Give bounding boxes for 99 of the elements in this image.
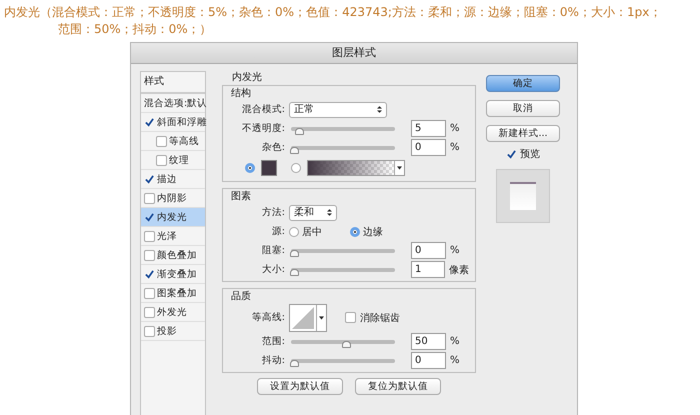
contour-picker[interactable] xyxy=(289,304,327,332)
checkbox[interactable] xyxy=(144,288,155,298)
checkbox[interactable] xyxy=(144,116,155,128)
field-label: 大小: xyxy=(260,263,285,276)
style-item[interactable]: 颜色叠加 xyxy=(141,246,205,265)
blend-options-item[interactable]: 混合选项:默认 xyxy=(141,94,205,113)
checkbox[interactable] xyxy=(144,306,155,318)
slider-thumb[interactable] xyxy=(342,340,351,348)
blend-mode-dropdown[interactable]: 正常 xyxy=(289,102,387,118)
default-button[interactable]: 设置为默认值 xyxy=(257,378,343,395)
value-field[interactable]: 5 xyxy=(411,120,446,137)
radio-option[interactable]: 边缘 xyxy=(350,224,383,238)
radio-button[interactable] xyxy=(245,163,255,173)
style-label: 光泽 xyxy=(157,230,177,242)
value-field[interactable]: 0 xyxy=(411,139,446,156)
field-label: 源: xyxy=(270,225,285,238)
style-item[interactable]: 纹理 xyxy=(141,151,205,170)
field-label: 范围: xyxy=(260,335,285,348)
checkbox[interactable] xyxy=(345,312,356,323)
style-item[interactable]: 光泽 xyxy=(141,227,205,246)
color-swatch[interactable] xyxy=(261,160,277,176)
preview-thumbnail xyxy=(496,169,550,223)
field-label: 阻塞: xyxy=(260,244,285,257)
radio-button[interactable] xyxy=(291,163,301,173)
value-field[interactable]: 50 xyxy=(411,333,446,350)
checkbox[interactable] xyxy=(156,136,167,146)
value-field[interactable]: 1 xyxy=(411,261,445,278)
group-title: 品质 xyxy=(231,290,252,303)
slider-thumb[interactable] xyxy=(290,146,299,154)
field-label: 杂色: xyxy=(260,141,285,154)
checkbox[interactable] xyxy=(144,268,155,280)
radio-option[interactable]: 居中 xyxy=(289,224,322,238)
styles-header: 样式 xyxy=(141,72,205,94)
group-title: 图素 xyxy=(231,190,252,203)
checkbox-label: 预览 xyxy=(520,148,540,161)
technique-dropdown[interactable]: 柔和 xyxy=(289,204,337,220)
style-item[interactable]: 内发光 xyxy=(141,208,205,227)
style-item[interactable]: 描边 xyxy=(141,170,205,189)
section-title: 内发光 xyxy=(231,71,263,84)
option-label: 边缘 xyxy=(363,226,383,238)
field-label: 混合模式: xyxy=(240,103,285,116)
unit-label: 像素 xyxy=(449,264,469,276)
caption-text: 范围：50%；抖动：0%；） xyxy=(57,21,213,38)
style-item[interactable]: 图案叠加 xyxy=(141,284,205,303)
caption-text: 内发光（混合模式：正常；不透明度：5%；杂色：0%；色值：423743;方法：柔和；源：边缘；阻塞：0%；大小：1px； xyxy=(4,4,662,21)
style-label: 等高线 xyxy=(169,134,199,148)
checkbox[interactable] xyxy=(144,250,155,260)
checkbox[interactable] xyxy=(144,326,155,336)
option-label: 居中 xyxy=(302,226,322,238)
field-label: 等高线: xyxy=(250,311,285,324)
radio-button[interactable] xyxy=(289,226,299,236)
style-label: 颜色叠加 xyxy=(157,248,197,262)
unit-label: % xyxy=(450,245,460,256)
unit-label: % xyxy=(450,142,460,153)
group-title: 结构 xyxy=(231,87,252,100)
radio-button[interactable] xyxy=(350,226,360,236)
checkbox[interactable] xyxy=(506,148,517,160)
unit-label: % xyxy=(450,355,460,366)
action-button[interactable]: 取消 xyxy=(486,100,560,117)
style-label: 内发光 xyxy=(157,210,187,224)
slider-thumb[interactable] xyxy=(290,250,299,256)
checkbox[interactable] xyxy=(144,230,155,242)
style-item[interactable]: 等高线 xyxy=(141,132,205,151)
slider-thumb[interactable] xyxy=(290,268,300,276)
field-label: 抖动: xyxy=(260,354,285,367)
dropdown-icon xyxy=(397,166,402,170)
stepper-icon xyxy=(377,105,382,114)
style-item[interactable]: 斜面和浮雕 xyxy=(141,113,205,132)
default-button[interactable]: 复位为默认值 xyxy=(355,378,441,395)
checkbox-label: 消除锯齿 xyxy=(360,312,400,324)
style-label: 投影 xyxy=(157,324,177,338)
style-item[interactable]: 投影 xyxy=(141,322,205,341)
style-label: 渐变叠加 xyxy=(157,268,197,280)
style-label: 描边 xyxy=(157,172,177,186)
window-title: 图层样式 xyxy=(131,43,577,64)
checkbox[interactable] xyxy=(144,174,155,184)
style-item[interactable]: 渐变叠加 xyxy=(141,265,205,284)
value-field[interactable]: 0 xyxy=(411,352,446,369)
checkbox[interactable] xyxy=(144,192,155,204)
style-label: 图案叠加 xyxy=(157,286,197,300)
action-button[interactable]: 确定 xyxy=(486,75,560,92)
gradient-picker[interactable] xyxy=(307,160,405,176)
style-label: 纹理 xyxy=(169,154,189,166)
value-field[interactable]: 0 xyxy=(411,242,446,259)
style-label: 外发光 xyxy=(157,306,187,318)
unit-label: % xyxy=(450,336,460,347)
style-item[interactable]: 外发光 xyxy=(141,303,205,322)
checkbox[interactable] xyxy=(156,154,167,166)
style-label: 内阴影 xyxy=(157,192,187,204)
field-label: 不透明度: xyxy=(240,122,285,135)
stepper-icon xyxy=(327,208,332,217)
action-button[interactable]: 新建样式... xyxy=(486,125,560,142)
checkbox[interactable] xyxy=(144,212,155,222)
unit-label: % xyxy=(450,123,460,134)
slider-thumb[interactable] xyxy=(290,360,299,366)
slider-thumb[interactable] xyxy=(295,128,304,134)
field-label: 方法: xyxy=(260,206,285,219)
dropdown-icon xyxy=(319,316,324,320)
style-label: 斜面和浮雕 xyxy=(157,116,207,128)
